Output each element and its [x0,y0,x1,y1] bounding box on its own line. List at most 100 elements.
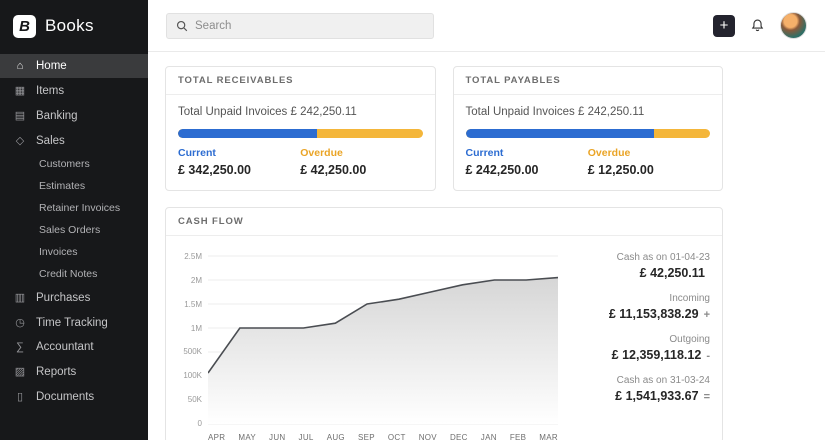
payables-unpaid-text: Total Unpaid Invoices £ 242,250.11 [466,106,711,118]
chart-plot-area[interactable] [208,252,558,428]
quick-create-button[interactable]: + [713,15,735,37]
stat-value: £ 42,250.11 [640,266,705,280]
y-tick: 100K [178,371,202,380]
x-tick: JUL [299,433,314,440]
receivables-current-value: £ 342,250.00 [178,163,300,177]
topbar-actions: + [713,12,807,39]
stat-outgoing: Outgoing £ 12,359,118.12- [570,334,710,362]
sidebar-item-label: Banking [36,110,78,122]
cash-flow-card-title: CASH FLOW [166,208,722,236]
stat-label: Outgoing [570,334,710,345]
purchases-icon: ▥ [13,291,27,304]
payables-progress-bar [466,129,711,138]
notifications-bell-icon[interactable] [750,18,765,33]
cash-flow-stats: Cash as on 01-04-23 £ 42,250.11 Incoming… [558,252,710,440]
x-tick: MAR [539,433,558,440]
sidebar-item-label: Purchases [36,292,90,304]
sidebar: B Books ⌂ Home ▦ Items ▤ Banking ◇ Sales… [0,0,148,440]
sidebar-subitem-estimates[interactable]: Estimates [0,175,148,197]
receivables-current-bar [178,129,317,138]
stat-sign: = [704,391,710,403]
stat-value: £ 12,359,118.12 [612,348,702,362]
x-tick: OCT [388,433,406,440]
sidebar-item-purchases[interactable]: ▥ Purchases [0,285,148,310]
sidebar-nav: ⌂ Home ▦ Items ▤ Banking ◇ Sales Custome… [0,52,148,440]
payables-card-title: TOTAL PAYABLES [454,67,723,95]
sidebar-item-time-tracking[interactable]: ◷ Time Tracking [0,310,148,335]
x-tick: AUG [327,433,345,440]
total-payables-card: TOTAL PAYABLES Total Unpaid Invoices £ 2… [453,66,724,191]
x-tick: NOV [419,433,437,440]
y-tick: 1M [178,324,202,333]
sidebar-item-label: Documents [36,391,94,403]
cash-flow-card: CASH FLOW 2.5M 2M 1.5M 1M 500K 100K 50K [165,207,723,440]
receivables-overdue-value: £ 42,250.00 [300,163,422,177]
sidebar-item-items[interactable]: ▦ Items [0,78,148,103]
app-window: B Books ⌂ Home ▦ Items ▤ Banking ◇ Sales… [0,0,825,440]
receivables-card-title: TOTAL RECEIVABLES [166,67,435,95]
x-tick: JUN [269,433,285,440]
items-icon: ▦ [13,84,27,97]
payables-overdue-value: £ 12,250.00 [588,163,710,177]
main-area: + TOTAL RECEIVABLES Total Unpaid Invoice… [148,0,825,440]
search-box[interactable] [166,13,434,39]
payables-current-label: Current [466,147,588,159]
stat-opening-cash: Cash as on 01-04-23 £ 42,250.11 [570,252,710,280]
payables-current-value: £ 242,250.00 [466,163,588,177]
sidebar-item-accountant[interactable]: ∑ Accountant [0,335,148,359]
search-icon [176,20,188,32]
x-tick: SEP [358,433,375,440]
x-tick: MAY [238,433,256,440]
accountant-icon: ∑ [13,341,27,353]
stat-sign: + [704,309,710,321]
receivables-unpaid-text: Total Unpaid Invoices £ 242,250.11 [178,106,423,118]
sidebar-item-banking[interactable]: ▤ Banking [0,103,148,128]
sidebar-item-documents[interactable]: ▯ Documents [0,384,148,409]
x-tick: APR [208,433,225,440]
sidebar-item-sales[interactable]: ◇ Sales [0,128,148,153]
chart-y-axis: 2.5M 2M 1.5M 1M 500K 100K 50K 0 [178,252,208,428]
receivables-progress-bar [178,129,423,138]
home-icon: ⌂ [13,60,27,72]
total-receivables-card: TOTAL RECEIVABLES Total Unpaid Invoices … [165,66,436,191]
sidebar-item-label: Items [36,85,64,97]
sidebar-item-label: Sales [36,135,65,147]
app-logo[interactable]: B Books [0,0,148,52]
sidebar-item-label: Reports [36,366,76,378]
sidebar-item-label: Home [36,60,67,72]
sidebar-subitem-customers[interactable]: Customers [0,153,148,175]
stat-incoming: Incoming £ 11,153,838.29 + [570,293,710,321]
payables-current-bar [466,129,654,138]
sidebar-item-label: Time Tracking [36,317,108,329]
user-avatar[interactable] [780,12,807,39]
books-logo-icon: B [13,15,36,38]
topbar: + [148,0,825,52]
stat-sign: - [706,350,710,362]
stat-label: Incoming [570,293,710,304]
reports-icon: ▨ [13,365,27,378]
sidebar-subitem-sales-orders[interactable]: Sales Orders [0,219,148,241]
receivables-current-label: Current [178,147,300,159]
clock-icon: ◷ [13,316,27,329]
stat-value: £ 11,153,838.29 [609,307,699,321]
app-title: Books [45,16,94,36]
y-tick: 2.5M [178,252,202,261]
sidebar-item-reports[interactable]: ▨ Reports [0,359,148,384]
sales-icon: ◇ [13,134,27,147]
y-tick: 50K [178,395,202,404]
stat-label: Cash as on 01-04-23 [570,252,710,263]
stat-value: £ 1,541,933.67 [615,389,698,403]
stat-closing-cash: Cash as on 31-03-24 £ 1,541,933.67 = [570,375,710,403]
stat-label: Cash as on 31-03-24 [570,375,710,386]
search-input[interactable] [195,20,424,32]
sidebar-item-home[interactable]: ⌂ Home [0,54,148,78]
sidebar-subitem-credit-notes[interactable]: Credit Notes [0,263,148,285]
dashboard-content: TOTAL RECEIVABLES Total Unpaid Invoices … [148,52,825,440]
y-tick: 0 [178,419,202,428]
sidebar-subitem-retainer-invoices[interactable]: Retainer Invoices [0,197,148,219]
sidebar-subitem-invoices[interactable]: Invoices [0,241,148,263]
payables-overdue-label: Overdue [588,147,710,159]
receivables-overdue-label: Overdue [300,147,422,159]
cash-flow-chart: 2.5M 2M 1.5M 1M 500K 100K 50K 0 [178,252,558,440]
x-tick: FEB [510,433,526,440]
